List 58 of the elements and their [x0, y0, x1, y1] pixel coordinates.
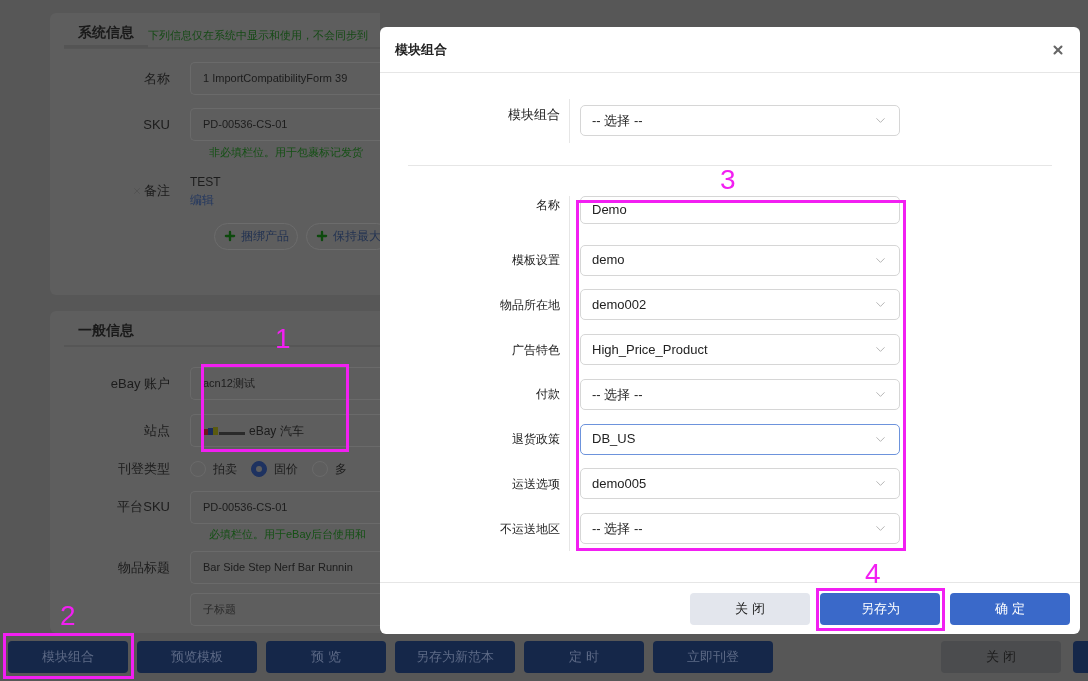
- field-label: eBay 账户: [109, 374, 171, 393]
- text-field[interactable]: PD-00536-CS-01: [190, 490, 380, 524]
- field-label: 名称: [143, 69, 171, 88]
- field-label: 模板设置: [511, 252, 561, 270]
- radio-option[interactable]: 固价: [251, 459, 298, 478]
- toolbar-button[interactable]: 定 时: [524, 641, 644, 673]
- radio-option[interactable]: 多: [312, 459, 347, 478]
- remark-text: TEST: [190, 173, 221, 191]
- field-label: 名称: [535, 197, 561, 214]
- select-field[interactable]: demo005: [580, 468, 900, 500]
- field-hint: 非必填栏位。用于包裹标记发货: [209, 145, 364, 160]
- select-field[interactable]: -- 选择 --: [580, 513, 900, 545]
- site-select[interactable]: eBay 汽车: [190, 414, 380, 447]
- plus-icon: [223, 229, 237, 243]
- toolbar-button[interactable]: 预览模板: [137, 641, 257, 673]
- annotation-number: 2: [60, 599, 76, 633]
- toolbar-button[interactable]: 模块组合: [8, 641, 128, 673]
- field-label: 站点: [143, 421, 171, 440]
- field-label: 刊登类型: [117, 460, 171, 478]
- select-field[interactable]: demo: [580, 244, 900, 276]
- field-label: 模块组合: [507, 106, 561, 124]
- action-button[interactable]: 另存为: [820, 592, 940, 625]
- text-field[interactable]: PD-00536-CS-01: [190, 108, 380, 141]
- field-label: 不运送地区: [499, 520, 561, 538]
- text-field[interactable]: Bar Side Step Nerf Bar Runnin: [190, 551, 380, 584]
- select-field[interactable]: -- 选择 --: [580, 105, 900, 136]
- toolbar-button[interactable]: 立即刊登: [653, 641, 773, 673]
- select-field[interactable]: DB_US: [580, 423, 900, 455]
- select-field[interactable]: -- 选择 --: [580, 378, 900, 410]
- plus-icon: [315, 229, 329, 243]
- section-tab[interactable]: 一般信息: [64, 320, 148, 346]
- field-label: SKU: [142, 115, 171, 134]
- annotation-number: 3: [720, 163, 736, 197]
- field-label: 广告特色: [511, 341, 561, 359]
- field-label: 物品标题: [117, 558, 171, 577]
- radio-option[interactable]: 拍卖: [190, 459, 237, 478]
- text-field[interactable]: 1 ImportCompatibilityForm 39: [190, 62, 380, 95]
- toolbar-button[interactable]: 预 览: [266, 641, 386, 673]
- field-label: 物品所在地: [499, 296, 561, 314]
- select-field[interactable]: demo002: [580, 289, 900, 321]
- logo-icon: [203, 425, 245, 436]
- annotation-number: 4: [865, 557, 881, 591]
- section-note: 下列信息仅在系统中显示和使用，不会同步到: [148, 27, 368, 43]
- field-hint: 必填栏位。用于eBay后台使用和: [209, 526, 368, 542]
- dialog-title: 模块组合: [395, 40, 447, 59]
- field-label: 平台SKU: [116, 498, 171, 517]
- annotation-number: 1: [275, 322, 291, 356]
- close-icon[interactable]: [1051, 42, 1065, 57]
- field-label: 付款: [535, 386, 561, 404]
- field-label: 退货政策: [511, 431, 561, 449]
- close-button[interactable]: 关 闭: [690, 592, 810, 625]
- name-field[interactable]: Demo: [580, 196, 900, 224]
- field-label: 运送选项: [511, 475, 561, 493]
- action-button[interactable]: 确 定: [950, 592, 1070, 625]
- section-tab[interactable]: 系统信息: [64, 22, 148, 48]
- field-label: 备注: [144, 181, 170, 200]
- select-field[interactable]: High_Price_Product: [580, 334, 900, 366]
- toolbar-button[interactable]: 另存为新范本: [395, 641, 515, 673]
